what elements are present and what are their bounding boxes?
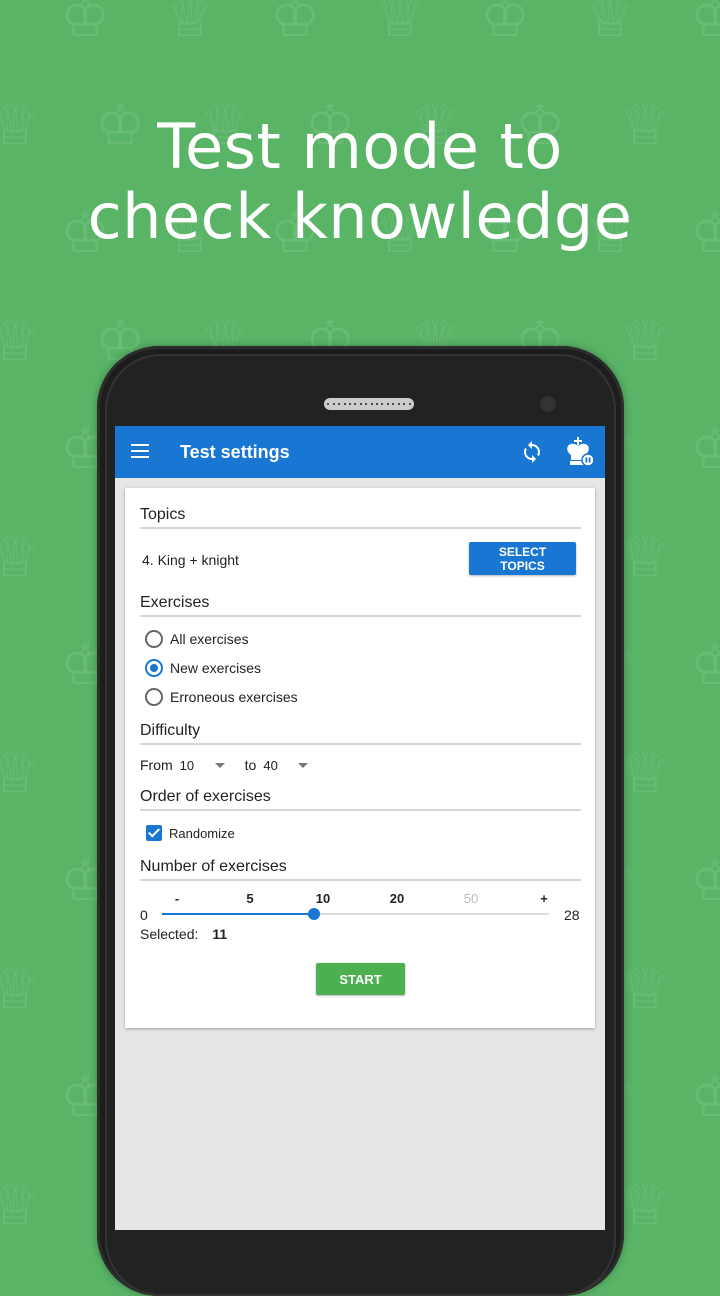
start-button[interactable]: START [316,963,405,995]
crown-pattern-icon: ♕ [585,0,636,50]
slider-thumb[interactable] [308,908,321,920]
randomize-label: Randomize [169,825,235,841]
crown-pattern-icon: ♕ [375,0,426,50]
radio-button[interactable] [145,630,163,648]
selected-topic: 4. King + knight [142,552,239,568]
randomize-checkbox[interactable] [146,825,162,841]
crown-pattern-icon: ♕ [0,525,41,590]
crown-pattern-icon: ♔ [270,0,321,50]
selected-label: Selected: [140,926,199,942]
selected-count: Selected: 11 [140,926,227,942]
selected-value: 11 [212,926,228,942]
difficulty-to-value: 40 [263,757,278,773]
crown-pattern-icon: ♔ [60,0,111,50]
difficulty-heading: Difficulty [140,722,201,739]
radio-label: All exercises [170,631,249,647]
difficulty-from-value: 10 [179,757,195,773]
divider [140,743,581,745]
preset-plus[interactable]: + [540,891,548,906]
headline: Test mode to check knowledge [0,112,720,252]
crown-pattern-icon: ♕ [620,957,671,1022]
app-bar: Test settings [115,426,605,478]
crown-pattern-icon: ♕ [0,957,41,1022]
topics-heading: Topics [140,506,186,523]
crown-pattern-icon: ♕ [620,1173,671,1231]
radio-label: New exercises [170,660,262,676]
crown-pattern-icon: ♕ [620,741,671,806]
divider [140,809,581,811]
range-min: 0 [140,907,148,923]
radio-all-exercises[interactable]: All exercises [145,630,249,648]
radio-label: Erroneous exercises [170,689,298,705]
radio-new-exercises[interactable]: New exercises [145,659,261,677]
preset-10[interactable]: 10 [316,891,330,906]
divider [140,527,581,529]
dropdown-arrow-icon [214,762,225,768]
to-label: to [244,757,257,773]
radio-button[interactable] [145,688,163,706]
page-title: Test settings [180,442,290,462]
crown-pattern-icon: ♔ [690,1065,720,1130]
crown-pattern-icon: ♕ [0,741,41,806]
difficulty-to-dropdown[interactable]: 40 [256,757,309,773]
number-heading: Number of exercises [140,858,287,875]
crown-pattern-icon: ♕ [0,309,41,374]
preset-20[interactable]: 20 [390,891,404,906]
radio-erroneous-exercises[interactable]: Erroneous exercises [145,688,298,706]
difficulty-from-dropdown[interactable]: 10 [173,758,225,773]
sync-icon[interactable] [520,440,544,464]
radio-button[interactable] [145,659,163,677]
difficulty-range: From 10 to 40 [140,757,309,773]
select-topics-button[interactable]: SELECT TOPICS [469,542,576,575]
app-screen: Test settings Topics 4. King + knight SE… [115,426,605,1230]
headline-line-2: check knowledge [87,180,633,253]
menu-icon[interactable] [131,444,149,458]
exercise-count-slider[interactable] [162,908,549,920]
crown-pattern-icon: ♕ [0,1173,41,1231]
crown-pattern-icon: ♕ [620,309,671,374]
front-camera [540,396,556,412]
king-icon[interactable] [562,436,596,468]
crown-pattern-icon: ♔ [690,633,720,698]
speaker-grille [324,398,414,410]
crown-pattern-icon: ♕ [620,525,671,590]
crown-pattern-icon: ♔ [690,0,720,50]
crown-pattern-icon: ♔ [690,849,720,914]
settings-card: Topics 4. King + knight SELECT TOPICS Ex… [125,488,595,1028]
divider [140,615,581,617]
from-label: From [140,757,173,773]
slider-fill [162,913,315,915]
order-heading: Order of exercises [140,788,271,805]
crown-pattern-icon: ♕ [165,0,216,50]
dropdown-arrow-icon [298,762,309,768]
preset-minus[interactable]: - [175,891,179,906]
divider [140,879,581,881]
crown-pattern-icon: ♔ [690,417,720,482]
randomize-checkbox-row[interactable]: Randomize [146,825,235,841]
headline-line-1: Test mode to [157,110,563,183]
crown-pattern-icon: ♔ [480,0,531,50]
preset-5[interactable]: 5 [246,891,253,906]
preset-50[interactable]: 50 [464,891,478,906]
range-max: 28 [564,907,580,923]
exercises-heading: Exercises [140,594,210,611]
